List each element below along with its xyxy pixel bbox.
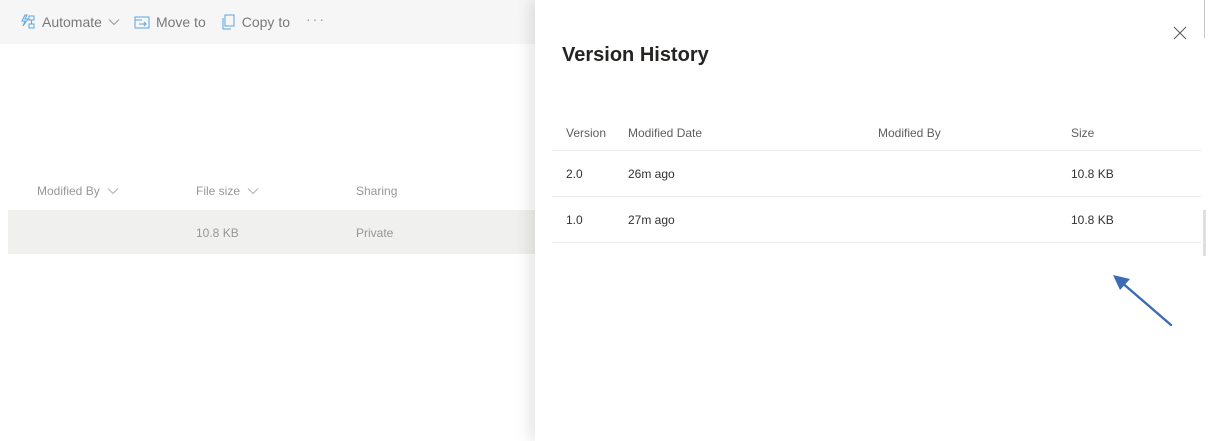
version-table-header: Version Modified Date Modified By Size: [552, 114, 1201, 151]
chevron-down-icon: [247, 187, 259, 195]
modified-date-link[interactable]: 27m ago: [628, 213, 675, 227]
copy-to-label: Copy to: [241, 14, 290, 30]
panel-divider: [1204, 0, 1205, 38]
column-modified-by: Modified By: [878, 126, 941, 140]
column-modified-by[interactable]: Modified By: [37, 184, 119, 198]
command-bar: Automate Move to Copy to ···: [0, 0, 535, 44]
automate-label: Automate: [42, 14, 102, 30]
flow-icon: [20, 14, 36, 30]
library-column-header: Modified By File size Sharing: [0, 172, 535, 210]
file-size-cell: 10.8 KB: [196, 226, 239, 240]
move-to-icon: [134, 14, 150, 30]
column-modified-date: Modified Date: [628, 126, 703, 140]
move-to-label: Move to: [155, 14, 206, 30]
panel-title: Version History: [562, 44, 709, 66]
close-icon: [1173, 26, 1187, 45]
column-modified-by-label: Modified By: [37, 184, 100, 198]
size-cell: 10.8 KB: [1071, 167, 1114, 181]
table-row[interactable]: 1.0 27m ago 10.8 KB: [552, 197, 1201, 243]
modified-date-link[interactable]: 26m ago: [628, 167, 675, 181]
document-library: Automate Move to Copy to ··· Modified By…: [0, 0, 535, 441]
automate-button[interactable]: Automate: [20, 0, 120, 44]
copy-icon: [220, 14, 236, 30]
table-row[interactable]: 10.8 KB Private: [8, 210, 535, 254]
size-cell: 10.8 KB: [1071, 213, 1114, 227]
version-table: Version Modified Date Modified By Size 2…: [552, 114, 1201, 243]
close-button[interactable]: [1172, 26, 1188, 45]
column-size: Size: [1071, 126, 1095, 140]
scrollbar[interactable]: [1203, 210, 1206, 256]
table-row[interactable]: 2.0 26m ago 10.8 KB: [552, 151, 1201, 197]
copy-to-button[interactable]: Copy to: [220, 0, 290, 44]
column-version: Version: [566, 126, 607, 140]
version-cell: 2.0: [566, 167, 583, 181]
move-to-button[interactable]: Move to: [134, 0, 206, 44]
more-options-button[interactable]: ···: [306, 11, 326, 27]
chevron-down-icon: [108, 18, 120, 26]
version-history-panel: Version History Version Modified Date Mo…: [535, 0, 1209, 441]
column-file-size-label: File size: [196, 184, 241, 198]
sharing-cell: Private: [356, 226, 394, 240]
column-sharing[interactable]: Sharing: [356, 184, 397, 198]
chevron-down-icon: [107, 187, 119, 195]
column-file-size[interactable]: File size: [196, 184, 259, 198]
version-cell: 1.0: [566, 213, 583, 227]
